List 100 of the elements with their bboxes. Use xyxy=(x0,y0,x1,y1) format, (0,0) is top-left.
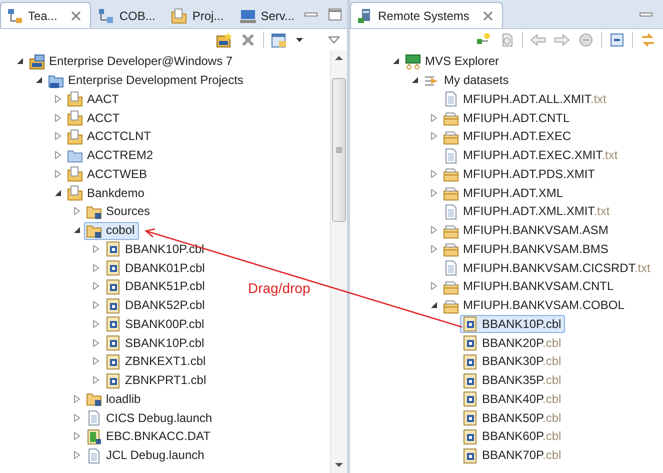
tree-item[interactable]: EBC.BNKACC.DAT xyxy=(84,428,214,446)
tree-item[interactable]: ACCTWEB xyxy=(65,165,151,184)
tree-item[interactable]: BBANK70P.cbl xyxy=(460,446,566,465)
tree-item[interactable]: BBANK40P.cbl xyxy=(460,390,566,408)
expand-toggle-icon[interactable] xyxy=(73,451,81,460)
tree-item[interactable]: BBANK10P.cbl xyxy=(460,315,566,334)
collapse-toggle-icon[interactable] xyxy=(411,76,419,84)
tree-item[interactable]: ACCT xyxy=(65,109,124,128)
tree-item[interactable]: Enterprise Development Projects xyxy=(46,72,248,90)
tree-item[interactable]: SBANK00P.cbl xyxy=(103,315,208,334)
tree-item[interactable]: JCL Debug.launch xyxy=(84,446,208,465)
expand-toggle-icon[interactable] xyxy=(54,114,62,122)
expand-toggle-icon[interactable] xyxy=(92,282,100,290)
tree-item[interactable]: Enterprise Developer@Windows 7 xyxy=(27,52,237,71)
view-tab[interactable]: Serv... xyxy=(232,2,304,28)
tree-item[interactable]: MFIUPH.ADT.ALL.XMIT.txt xyxy=(441,90,610,108)
expand-toggle-icon[interactable] xyxy=(92,357,100,366)
link-icon xyxy=(640,32,656,48)
maximize-button[interactable] xyxy=(328,8,342,20)
expand-toggle-icon[interactable] xyxy=(92,320,100,328)
tree-item[interactable]: My datasets xyxy=(422,72,513,90)
collapse-toggle-icon[interactable] xyxy=(16,57,24,66)
tree-item[interactable]: BBANK50P.cbl xyxy=(460,409,566,428)
expand-toggle-icon[interactable] xyxy=(73,414,81,422)
view-menu-button[interactable] xyxy=(327,34,341,46)
tree-item[interactable]: DBANK51P.cbl xyxy=(103,278,209,296)
tree-item[interactable]: MVS Explorer xyxy=(403,52,504,71)
view-tab[interactable]: Proj... xyxy=(164,2,233,28)
tree-item[interactable]: MFIUPH.BANKVSAM.CICSRDT.txt xyxy=(441,259,654,278)
view-tab[interactable]: COB... xyxy=(91,2,164,28)
tree-item[interactable]: Sources xyxy=(84,202,154,221)
folder-icon xyxy=(443,185,459,202)
view-tab[interactable]: Tea... xyxy=(0,2,92,28)
expand-toggle-icon[interactable] xyxy=(92,244,100,253)
collapse-toggle-icon[interactable] xyxy=(392,57,400,66)
collapse-toggle-icon[interactable] xyxy=(430,301,438,310)
tree-item[interactable]: MFIUPH.ADT.PDS.XMIT xyxy=(441,165,600,184)
tree-item[interactable]: BBANK20P.cbl xyxy=(460,334,566,352)
tree-item[interactable]: MFIUPH.BANKVSAM.ASM xyxy=(441,222,612,240)
new-button[interactable] xyxy=(215,30,233,48)
expand-toggle-icon[interactable] xyxy=(430,244,438,253)
tree-item[interactable]: ZBNKEXT1.cbl xyxy=(103,352,210,371)
tree-item[interactable]: Bankdemo xyxy=(65,184,148,202)
tree-item[interactable]: SBANK10P.cbl xyxy=(103,334,208,352)
collapse-toggle-icon[interactable] xyxy=(54,188,62,197)
file-icon xyxy=(462,428,478,445)
window-button[interactable] xyxy=(270,30,288,48)
tree-item[interactable]: MFIUPH.ADT.EXEC xyxy=(441,128,576,146)
expand-toggle-icon[interactable] xyxy=(73,207,81,216)
grip-icon xyxy=(336,147,342,153)
tree-item[interactable]: MFIUPH.BANKVSAM.BMS xyxy=(441,240,612,258)
expand-toggle-icon[interactable] xyxy=(430,132,438,140)
link-button[interactable] xyxy=(639,30,657,48)
expand-toggle-icon[interactable] xyxy=(54,132,62,140)
tree-item[interactable]: MFIUPH.BANKVSAM.COBOL xyxy=(441,296,628,315)
expand-toggle-icon[interactable] xyxy=(73,394,81,403)
expand-toggle-icon[interactable] xyxy=(54,170,62,178)
expand-toggle-icon[interactable] xyxy=(92,264,100,272)
scrollbar-thumb[interactable] xyxy=(332,78,346,222)
tree-item[interactable]: MFIUPH.ADT.XML.XMIT.txt xyxy=(441,202,614,221)
tree-item[interactable]: DBANK52P.cbl xyxy=(103,296,209,315)
tree-item[interactable]: MFIUPH.ADT.EXEC.XMIT.txt xyxy=(441,146,622,165)
scrollbar[interactable] xyxy=(330,50,347,473)
collapse-all-button[interactable] xyxy=(608,30,626,48)
folder-icon xyxy=(443,298,459,314)
tree-item[interactable]: MFIUPH.BANKVSAM.CNTL xyxy=(441,278,618,296)
file-icon xyxy=(105,316,121,332)
expand-toggle-icon[interactable] xyxy=(430,114,438,122)
tree-item[interactable]: cobol xyxy=(84,222,139,240)
expand-toggle-icon[interactable] xyxy=(430,188,438,197)
tree-item[interactable]: AACT xyxy=(65,90,124,108)
expand-toggle-icon[interactable] xyxy=(430,282,438,290)
file-icon xyxy=(105,335,121,352)
view-tab[interactable]: Remote Systems xyxy=(350,2,504,28)
expand-toggle-icon[interactable] xyxy=(430,226,438,234)
tree-item[interactable]: BBANK10P.cbl xyxy=(103,240,208,258)
tree-item[interactable]: ACCTCLNT xyxy=(65,128,156,146)
expand-toggle-icon[interactable] xyxy=(430,170,438,178)
tree-item[interactable]: MFIUPH.ADT.XML xyxy=(441,184,568,202)
collapse-toggle-icon[interactable] xyxy=(73,226,81,234)
file-icon xyxy=(462,410,478,426)
tree-item[interactable]: BBANK30P.cbl xyxy=(460,352,566,371)
tree-item[interactable]: ACCTREM2 xyxy=(65,146,158,165)
tree-item[interactable]: loadlib xyxy=(84,390,145,408)
tree-item[interactable]: MFIUPH.ADT.CNTL xyxy=(441,109,574,128)
document-icon xyxy=(86,410,102,426)
collapse-toggle-icon[interactable] xyxy=(35,76,43,84)
expand-toggle-icon[interactable] xyxy=(92,338,100,347)
expand-toggle-icon[interactable] xyxy=(92,376,100,384)
expand-toggle-icon[interactable] xyxy=(54,94,62,103)
expand-toggle-icon[interactable] xyxy=(73,432,81,440)
expand-toggle-icon[interactable] xyxy=(92,301,100,310)
tree-item[interactable]: DBANK01P.cbl xyxy=(103,259,209,278)
expand-toggle-icon[interactable] xyxy=(54,151,62,160)
tree-item[interactable]: BBANK60P.cbl xyxy=(460,428,566,446)
tree-item[interactable]: CICS Debug.launch xyxy=(84,409,216,428)
tree-item[interactable]: BBANK35P.cbl xyxy=(460,372,566,390)
tree-item[interactable]: ZBNKPRT1.cbl xyxy=(103,372,210,390)
file-icon xyxy=(462,335,478,352)
back-icon xyxy=(530,32,546,48)
